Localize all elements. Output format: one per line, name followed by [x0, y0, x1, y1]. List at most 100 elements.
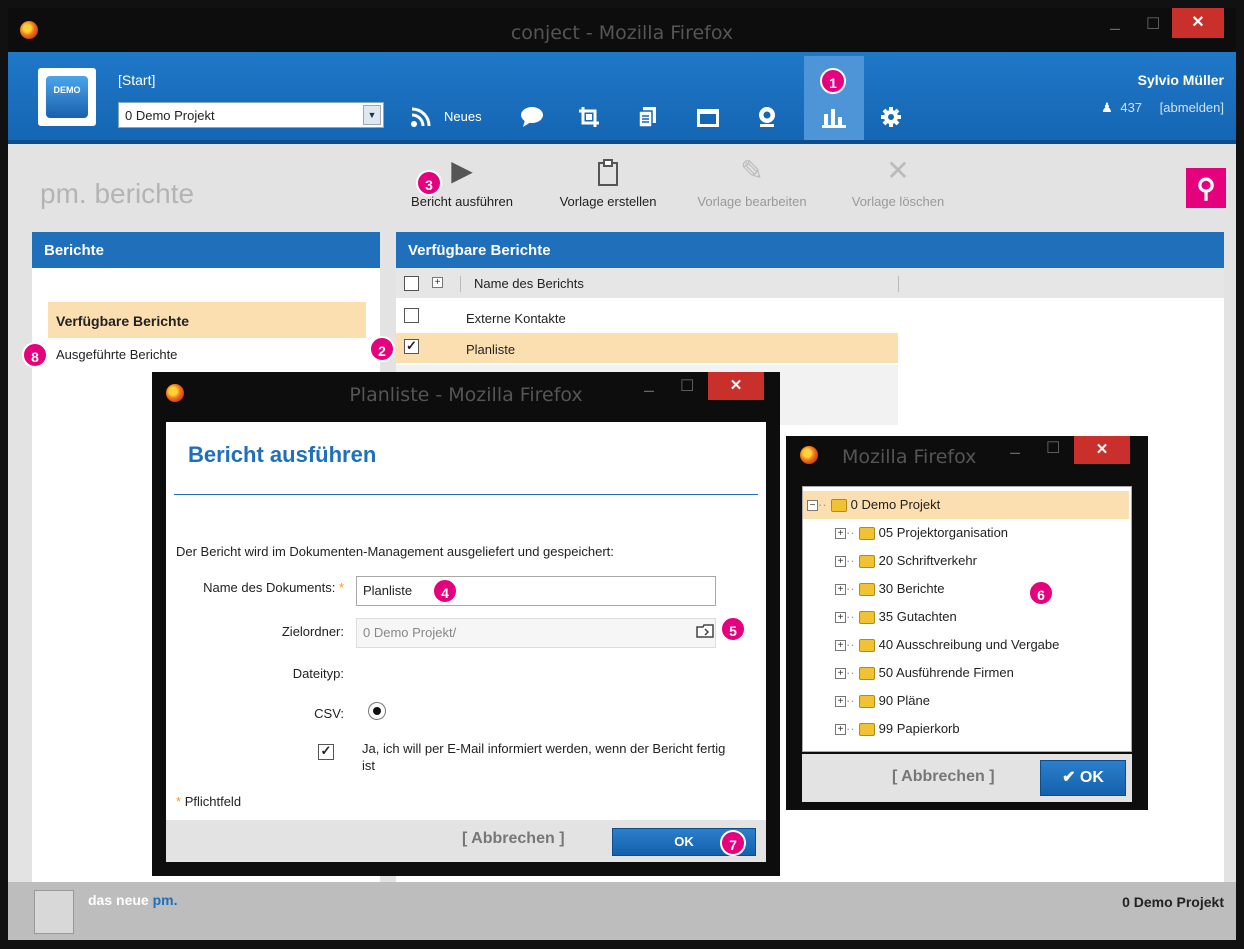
email-notify-label: Ja, ich will per E-Mail informiert werde… — [362, 741, 726, 773]
user-count[interactable]: 437 — [1120, 100, 1142, 115]
tree-item[interactable]: + ·· 90 Pläne — [803, 687, 930, 715]
name-label-text: Name des Dokuments: — [203, 580, 336, 595]
dialog-heading: Bericht ausführen — [188, 442, 377, 467]
maximize-button[interactable]: ☐ — [1046, 438, 1060, 458]
tree-item-label: 50 Ausführende Firmen — [878, 665, 1014, 680]
page-title-prefix: pm. — [40, 178, 87, 209]
tree-item-label: 30 Berichte — [878, 581, 945, 596]
user-icon: ♟ — [1101, 100, 1113, 115]
expand-icon[interactable]: + — [835, 696, 846, 708]
callout-badge: 8 — [22, 342, 48, 368]
calendar-icon[interactable] — [696, 106, 720, 133]
folder-tree: − ·· 0 Demo Projekt + ·· 05 Projektorganisat… — [802, 486, 1132, 752]
chevron-down-icon[interactable]: ▼ — [363, 105, 381, 125]
column-divider — [460, 276, 461, 292]
column-name-header[interactable]: Name des Berichts — [474, 276, 584, 291]
table-row[interactable]: Externe Kontakte — [396, 302, 898, 332]
expand-icon[interactable]: + — [835, 724, 846, 736]
brand-pm: pm — [152, 892, 174, 908]
ok-label: OK — [1079, 769, 1104, 786]
tree-item[interactable]: + ·· 20 Schriftverkehr — [803, 547, 977, 575]
folder-icon — [858, 555, 875, 569]
run-report-footer: [ Abbrechen ] OK — [166, 820, 766, 862]
folder-icon — [858, 527, 875, 541]
webcam-icon[interactable] — [756, 106, 778, 133]
nav-neues-label[interactable]: Neues — [444, 109, 482, 124]
row-name: Externe Kontakte — [466, 311, 566, 326]
tree-item[interactable]: + ·· 30 Berichte — [803, 575, 944, 603]
close-dialog-button[interactable]: ✕ — [1074, 436, 1130, 464]
expand-icon[interactable]: + — [835, 556, 846, 568]
folder-icon — [858, 583, 875, 597]
tree-item[interactable]: + ·· 05 Projektorganisation — [803, 519, 1008, 547]
delete-template-button[interactable]: ✕ Vorlage löschen — [836, 148, 960, 209]
expand-icon[interactable]: + — [835, 668, 846, 680]
tree-item[interactable]: + ·· 40 Ausschreibung und Vergabe — [803, 631, 1059, 659]
cancel-button[interactable]: [ Abbrechen ] — [892, 768, 995, 786]
maximize-button[interactable]: ☐ — [1146, 14, 1160, 34]
table-row-selected[interactable]: ✓ Planliste — [396, 333, 898, 363]
filetype-label: Dateityp: — [292, 666, 344, 681]
firefox-icon — [800, 446, 818, 464]
minimize-button[interactable]: – — [1110, 18, 1120, 39]
csv-radio[interactable] — [368, 702, 386, 720]
target-folder-input[interactable]: 0 Demo Projekt/ — [356, 618, 716, 648]
dialog-intro: Der Bericht wird im Dokumenten-Managemen… — [176, 544, 614, 559]
run-report-body: Bericht ausführen Der Bericht wird im Do… — [166, 422, 766, 820]
tree-item-label: 20 Schriftverkehr — [878, 553, 977, 568]
create-template-button[interactable]: Vorlage erstellen — [544, 148, 672, 209]
close-window-button[interactable]: ✕ — [1172, 8, 1224, 38]
callout-badge: 7 — [720, 830, 746, 856]
start-link[interactable]: [Start] — [118, 72, 155, 88]
nav-item-executed[interactable]: Ausgeführte Berichte — [56, 347, 177, 362]
project-select[interactable]: 0 Demo Projekt ▼ — [118, 102, 384, 128]
tree-item[interactable]: + ·· 35 Gutachten — [803, 603, 957, 631]
user-name[interactable]: Sylvio Müller — [1138, 72, 1224, 88]
folder-picker-icon[interactable] — [696, 622, 714, 645]
rss-icon[interactable] — [410, 106, 432, 133]
app-footer: das neue pm. 0 Demo Projekt — [8, 882, 1236, 940]
logout-link[interactable]: [abmelden] — [1160, 100, 1224, 115]
expand-all-icon[interactable]: + — [432, 277, 443, 288]
required-note: * Pflichtfeld — [176, 794, 242, 809]
cancel-button[interactable]: [ Abbrechen ] — [462, 830, 565, 848]
expand-icon[interactable]: + — [835, 528, 846, 540]
dialog-window-title: Mozilla Firefox — [842, 446, 977, 468]
crop-icon[interactable] — [578, 106, 600, 133]
tree-item[interactable]: + ·· 99 Papierkorb — [803, 715, 960, 743]
maximize-button[interactable]: ☐ — [680, 376, 694, 396]
reports-chart-icon[interactable] — [822, 106, 846, 133]
row-checkbox[interactable] — [404, 308, 419, 323]
footer-brand: das neue pm. — [88, 892, 177, 908]
minimize-button[interactable]: – — [644, 380, 654, 401]
csv-label: CSV: — [314, 706, 344, 721]
expand-icon[interactable]: + — [835, 584, 846, 596]
search-button[interactable]: ⚲ — [1186, 168, 1226, 208]
tree-item-label: 05 Projektorganisation — [878, 525, 1009, 540]
tree-item[interactable]: + ·· 50 Ausführende Firmen — [803, 659, 1014, 687]
tree-item-label: 99 Papierkorb — [878, 721, 960, 736]
document-name-input[interactable]: Planliste — [356, 576, 716, 606]
row-checkbox-checked[interactable]: ✓ — [404, 339, 419, 354]
ok-button[interactable]: ✔ OK — [1040, 760, 1126, 796]
settings-gear-icon[interactable] — [880, 106, 902, 133]
folder-picker-footer: [ Abbrechen ] ✔ OK — [802, 754, 1132, 802]
select-all-checkbox[interactable] — [404, 276, 419, 291]
email-notify-checkbox[interactable]: ✓ — [318, 744, 334, 760]
project-logo[interactable]: DEMO — [38, 68, 96, 126]
chat-bubble-icon[interactable] — [520, 106, 544, 133]
reports-table-header: + Name des Berichts — [396, 268, 1224, 298]
page-title: pm. berichte — [40, 178, 194, 210]
expand-icon[interactable]: + — [835, 612, 846, 624]
documents-icon[interactable] — [638, 106, 658, 133]
edit-template-label: Vorlage bearbeiten — [697, 194, 807, 209]
tree-item-label: 90 Pläne — [878, 693, 930, 708]
minimize-button[interactable]: – — [1010, 442, 1020, 463]
expand-icon[interactable]: + — [835, 640, 846, 652]
tree-root[interactable]: − ·· 0 Demo Projekt — [803, 491, 1129, 519]
callout-badge: 3 — [416, 170, 442, 196]
edit-template-button[interactable]: ✎ Vorlage bearbeiten — [684, 148, 820, 209]
nav-item-available[interactable]: Verfügbare Berichte — [48, 302, 366, 338]
collapse-icon[interactable]: − — [807, 500, 818, 512]
close-dialog-button[interactable]: ✕ — [708, 372, 764, 400]
